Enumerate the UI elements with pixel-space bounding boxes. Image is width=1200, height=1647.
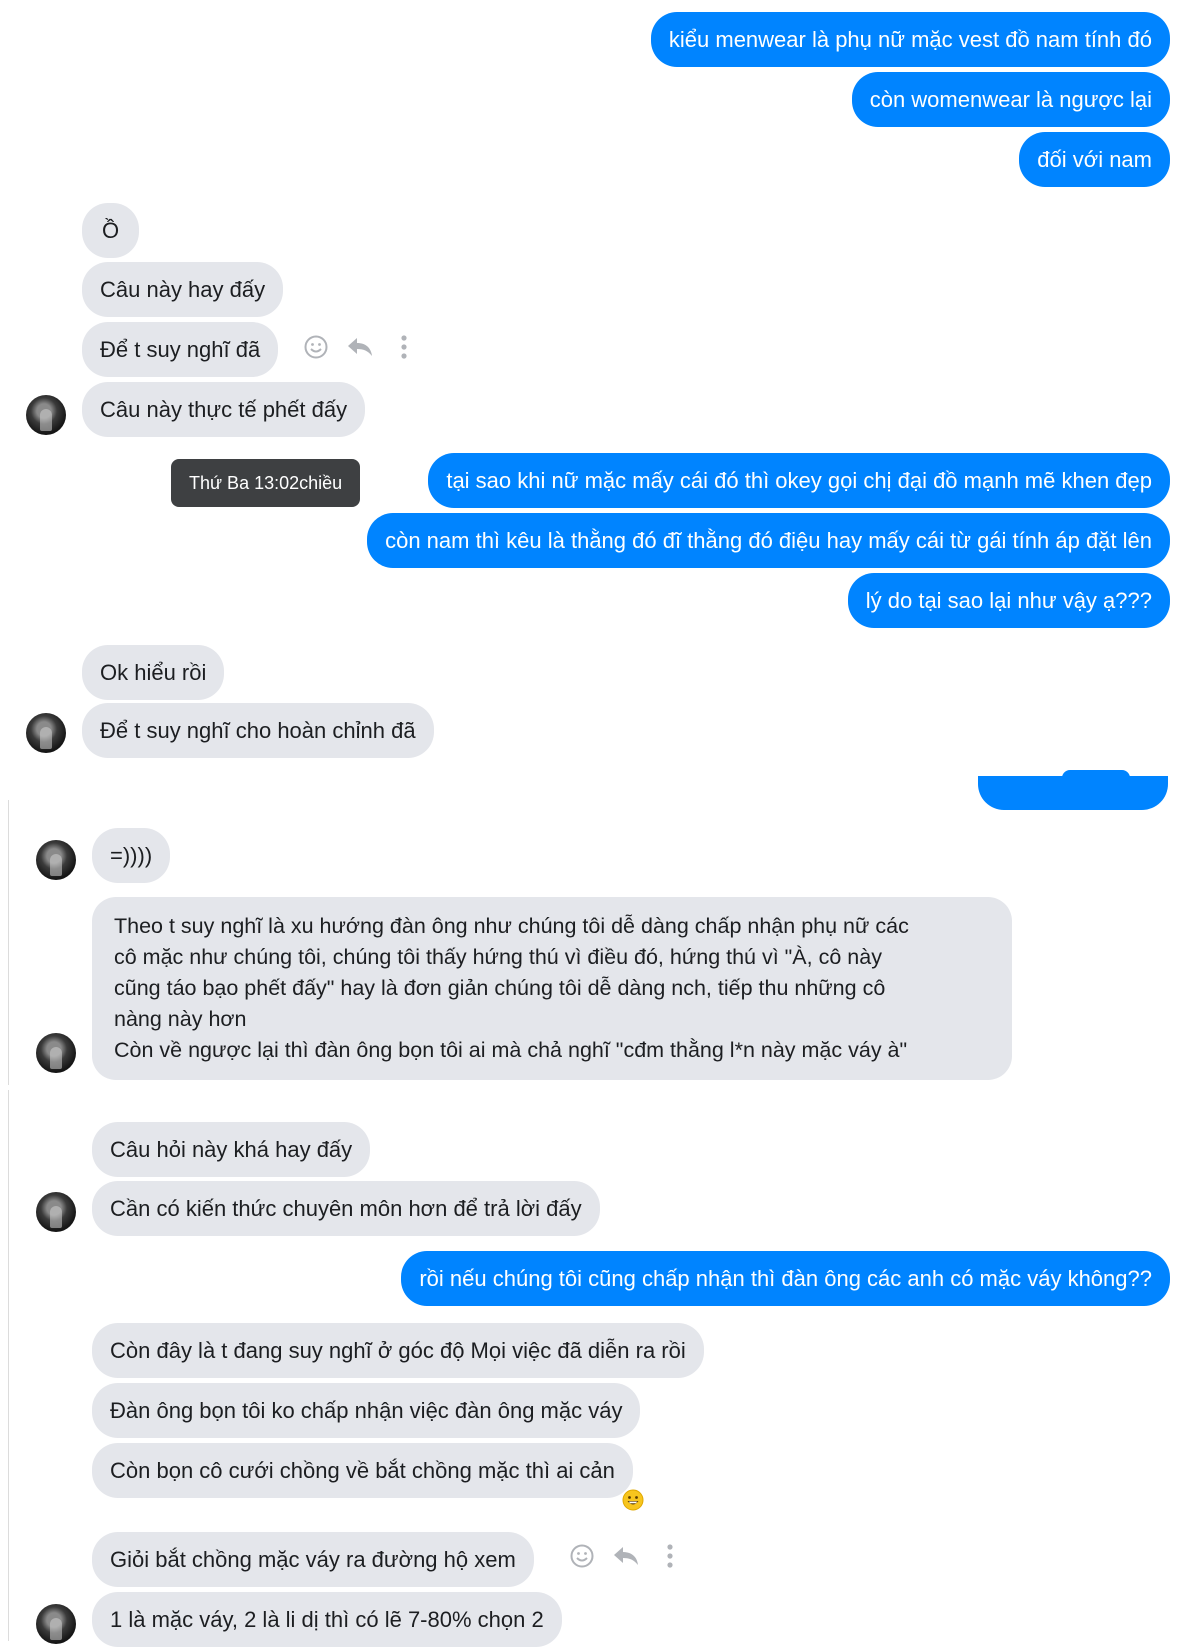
received-message[interactable]: Ok hiểu rồi [82, 645, 225, 700]
received-message[interactable]: Còn bọn cô cưới chồng về bắt chồng mặc t… [92, 1443, 633, 1498]
more-icon[interactable] [656, 1542, 684, 1570]
contact-avatar[interactable] [36, 1604, 76, 1644]
screenshot-divider [8, 800, 9, 1085]
received-message[interactable]: Câu này thực tế phết đấy [82, 382, 366, 437]
received-message[interactable]: Còn đây là t đang suy nghĩ ở góc độ Mọi … [92, 1323, 704, 1378]
message-actions [568, 1542, 684, 1570]
contact-avatar[interactable] [36, 1192, 76, 1232]
message-actions [302, 333, 418, 361]
message-line: Còn về ngược lại thì đàn ông bọn tôi ai … [114, 1038, 908, 1062]
message-line: cô mặc như chúng tôi, chúng tôi thấy hứn… [114, 945, 882, 969]
contact-avatar[interactable] [36, 840, 76, 880]
contact-avatar[interactable] [26, 395, 66, 435]
sent-message[interactable]: lý do tại sao lại như vậy ạ??? [847, 573, 1170, 628]
message-line: Theo t suy nghĩ là xu hướng đàn ông như … [114, 914, 909, 938]
sent-message-partial [978, 776, 1168, 810]
sent-message[interactable]: rồi nếu chúng tôi cũng chấp nhận thì đàn… [401, 1251, 1170, 1306]
sent-message[interactable]: kiểu menwear là phụ nữ mặc vest đồ nam t… [650, 12, 1170, 67]
sent-message[interactable]: tại sao khi nữ mặc mấy cái đó thì okey g… [428, 453, 1170, 508]
smiley-icon[interactable] [568, 1542, 596, 1570]
smiley-icon[interactable] [302, 333, 330, 361]
sent-message[interactable]: còn womenwear là ngược lại [851, 72, 1170, 127]
screenshot-divider [8, 1090, 9, 1641]
received-message[interactable]: =)))) [92, 828, 171, 883]
received-message[interactable]: Để t suy nghĩ đã [82, 322, 279, 377]
received-message[interactable]: 1 là mặc váy, 2 là li dị thì có lẽ 7-80%… [92, 1592, 562, 1647]
received-message[interactable]: Để t suy nghĩ cho hoàn chỉnh đã [82, 703, 434, 758]
reply-icon[interactable] [346, 333, 374, 361]
grinning-face-icon[interactable] [622, 1489, 644, 1511]
contact-avatar[interactable] [36, 1033, 76, 1073]
received-message-long[interactable]: Theo t suy nghĩ là xu hướng đàn ông như … [92, 897, 1012, 1080]
sent-message[interactable]: đối với nam [1019, 132, 1170, 187]
received-message[interactable]: Đàn ông bọn tôi ko chấp nhận việc đàn ôn… [92, 1383, 641, 1438]
sent-message[interactable]: còn nam thì kêu là thằng đó đĩ thằng đó … [367, 513, 1170, 568]
more-icon[interactable] [390, 333, 418, 361]
message-line: nàng này hơn [114, 1007, 247, 1031]
sent-message-partial [1062, 770, 1130, 778]
contact-avatar[interactable] [26, 713, 66, 753]
reply-icon[interactable] [612, 1542, 640, 1570]
received-message[interactable]: Giỏi bắt chồng mặc váy ra đường hộ xem [92, 1532, 534, 1587]
message-line: cũng táo bạo phết đấy" hay là đơn giản c… [114, 976, 886, 1000]
received-message[interactable]: Cần có kiến thức chuyên môn hơn để trả l… [92, 1181, 600, 1236]
received-message[interactable]: Câu này hay đấy [82, 262, 284, 317]
received-message[interactable]: Ồ [82, 203, 140, 258]
received-message[interactable]: Câu hỏi này khá hay đấy [92, 1122, 371, 1177]
timestamp-tooltip: Thứ Ba 13:02chiều [171, 459, 361, 507]
